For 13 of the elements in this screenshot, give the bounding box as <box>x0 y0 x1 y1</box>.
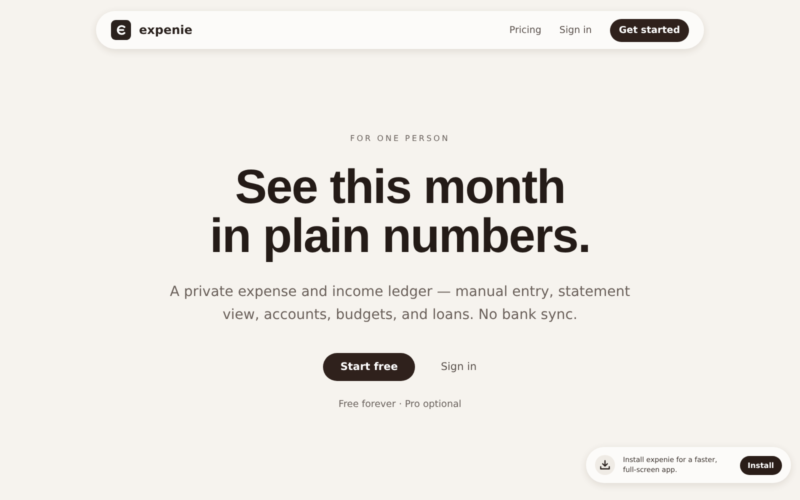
nav-link[interactable]: Pricing <box>509 24 542 36</box>
subtitle: A private expense and income ledger — manual entry, statement view, accounts, budgets, and loans. No bank sync. <box>168 283 632 325</box>
headline: in plain numbers. <box>210 212 590 261</box>
logo-icon <box>111 20 131 40</box>
sign-in-link[interactable]: Sign in <box>440 353 477 381</box>
eyebrow-text: FOR ONE PERSON <box>350 134 450 143</box>
start-free-button[interactable]: Start free <box>323 353 415 381</box>
headline: See this month <box>234 163 566 212</box>
get-started-button[interactable]: Get started <box>610 18 689 42</box>
download-icon <box>595 455 615 475</box>
brand-name: expenie <box>139 23 192 37</box>
nav-link[interactable]: Sign in <box>559 24 592 36</box>
pricing-note: Free forever · Pro optional <box>338 399 462 410</box>
